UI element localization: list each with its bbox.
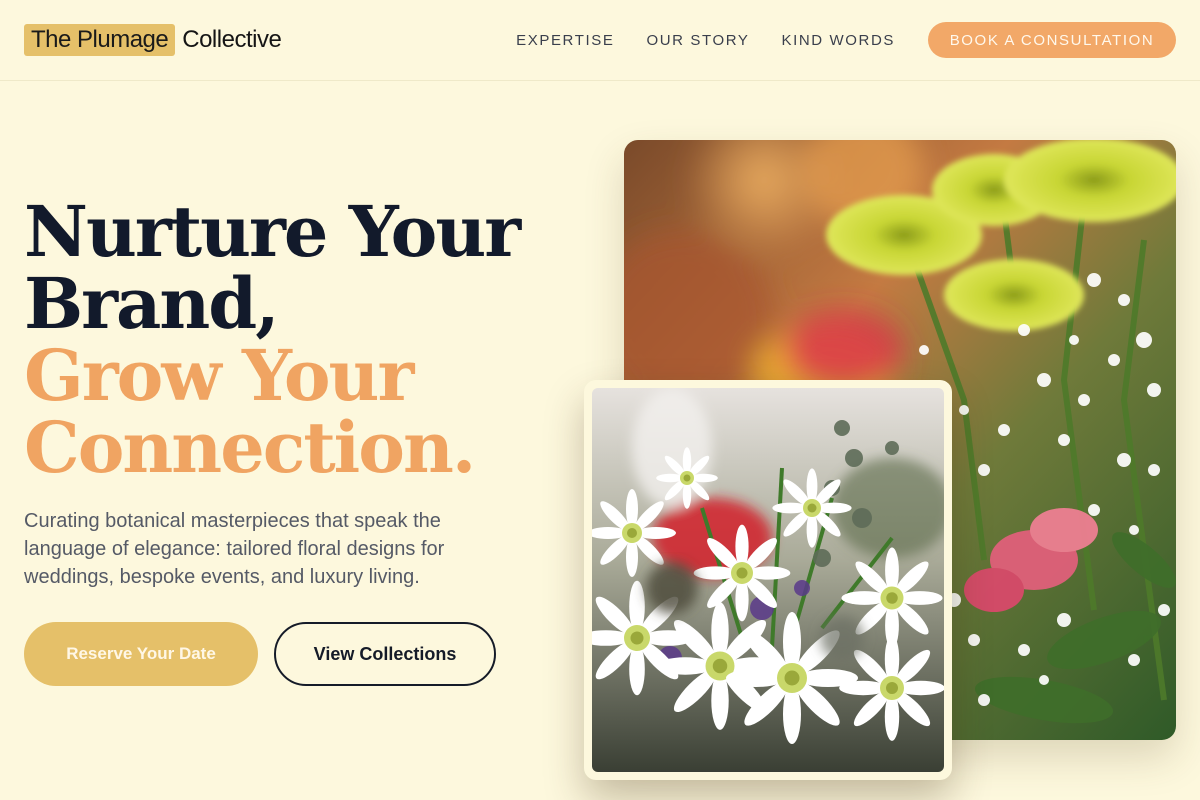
bouquet-photo-small: [592, 388, 944, 772]
brand-logo[interactable]: The Plumage Collective: [24, 24, 282, 56]
brand-logo-rest: Collective: [182, 26, 282, 53]
bouquet-photo-small-frame: [584, 380, 952, 780]
book-consultation-button[interactable]: BOOK A CONSULTATION: [928, 22, 1176, 58]
hero-title: Nurture Your Brand, Grow Your Connection…: [24, 190, 521, 489]
hero-subtitle: Curating botanical masterpieces that spe…: [24, 510, 445, 588]
nav-link-expertise[interactable]: EXPERTISE: [516, 32, 614, 49]
bouquet-photo-small-illustration: [592, 388, 944, 772]
nav-link-our-story[interactable]: OUR STORY: [646, 32, 749, 49]
reserve-date-button[interactable]: Reserve Your Date: [24, 622, 258, 686]
site-header: The Plumage Collective EXPERTISE OUR STO…: [0, 0, 1200, 81]
hero-title-line-2: Brand,: [24, 262, 280, 345]
brand-logo-highlight: The Plumage: [24, 24, 176, 56]
hero-title-line-4: Connection.: [24, 406, 476, 489]
hero-title-line-3: Grow Your: [24, 334, 414, 417]
main-nav: EXPERTISE OUR STORY KIND WORDS: [516, 32, 895, 49]
nav-link-kind-words[interactable]: KIND WORDS: [782, 32, 896, 49]
hero-title-line-1: Nurture Your: [24, 190, 521, 273]
view-collections-button[interactable]: View Collections: [274, 622, 496, 686]
